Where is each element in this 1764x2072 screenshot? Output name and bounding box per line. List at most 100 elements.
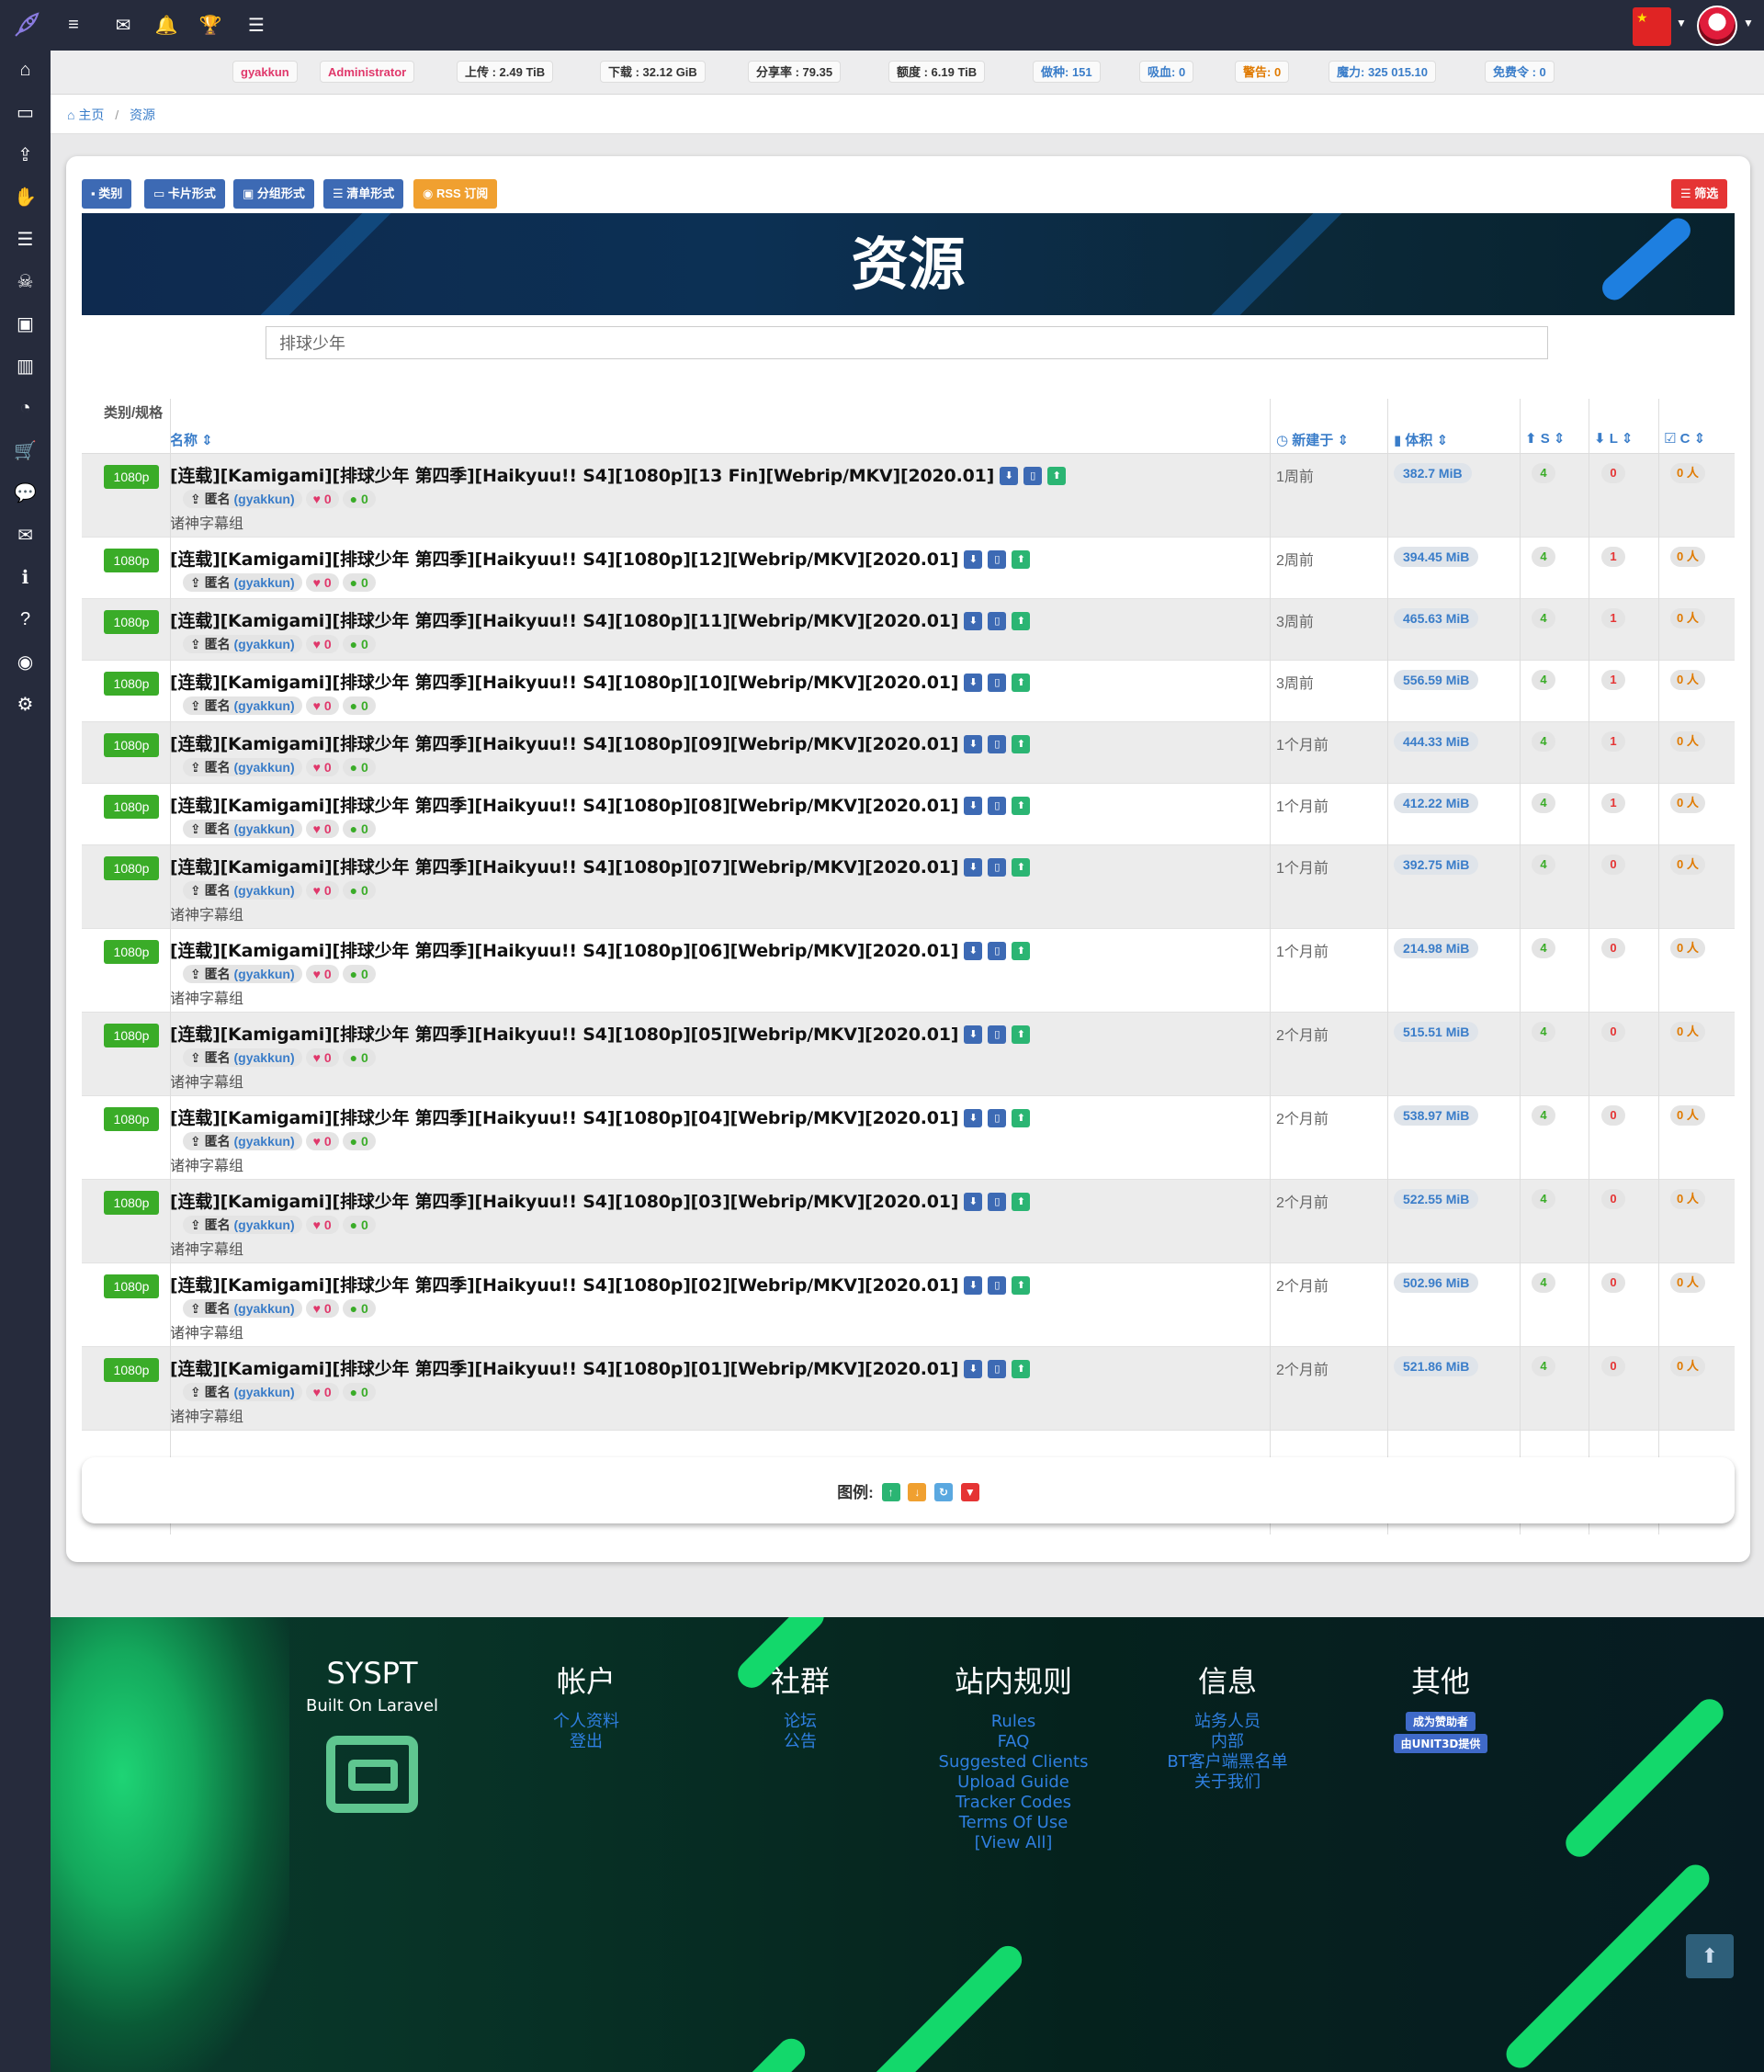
resolution-badge[interactable]: 1080p bbox=[104, 795, 159, 819]
uploader-pill[interactable]: ⇪ 匿名 (gyakkun) bbox=[183, 1048, 302, 1067]
seeders-count[interactable]: 4 bbox=[1532, 1189, 1555, 1209]
completed-count[interactable]: 0 人 bbox=[1670, 1105, 1705, 1126]
back-to-top-button[interactable]: ⬆ bbox=[1686, 1934, 1734, 1978]
table-row[interactable]: 1080p [连载][Kamigami][排球少年 第四季][Haikyuu!! … bbox=[82, 1180, 1735, 1263]
likes-pill[interactable]: ♥ 0 bbox=[305, 965, 339, 983]
torrent-title[interactable]: [连载][Kamigami][排球少年 第四季][Haikyuu!! S4][1… bbox=[170, 1104, 1031, 1129]
footer-link-faq[interactable]: FAQ bbox=[912, 1732, 1114, 1752]
bookmark-icon[interactable]: ▯ bbox=[988, 1109, 1007, 1127]
uploader-pill[interactable]: ⇪ 匿名 (gyakkun) bbox=[183, 881, 302, 900]
rss-icon[interactable]: ◉ bbox=[0, 647, 51, 676]
resolution-badge[interactable]: 1080p bbox=[104, 1024, 159, 1047]
completed-count[interactable]: 0 人 bbox=[1670, 463, 1705, 483]
seeders-count[interactable]: 4 bbox=[1532, 938, 1555, 958]
leeching-stat[interactable]: 吸血: 0 bbox=[1139, 61, 1194, 83]
uploader-user[interactable]: (gyakkun) bbox=[234, 1385, 295, 1399]
likes-pill[interactable]: ♥ 0 bbox=[305, 490, 339, 508]
torrent-title[interactable]: [连载][Kamigami][排球少年 第四季][Haikyuu!! S4][1… bbox=[170, 937, 1031, 962]
likes-pill[interactable]: ♥ 0 bbox=[305, 696, 339, 715]
likes-pill[interactable]: ♥ 0 bbox=[305, 758, 339, 776]
torrent-title[interactable]: [连载][Kamigami][排球少年 第四季][Haikyuu!! S4][1… bbox=[170, 1272, 1031, 1296]
search-input[interactable] bbox=[266, 326, 1548, 359]
download-icon[interactable]: ⬇ bbox=[964, 1276, 983, 1295]
completed-count[interactable]: 0 人 bbox=[1670, 1273, 1705, 1293]
torrent-title-text[interactable]: [连载][Kamigami][排球少年 第四季][Haikyuu!! S4][1… bbox=[170, 673, 958, 693]
uploader-user[interactable]: (gyakkun) bbox=[234, 1217, 295, 1232]
uploader-user[interactable]: (gyakkun) bbox=[234, 1134, 295, 1149]
download-icon[interactable]: ⬇ bbox=[964, 858, 983, 877]
torrent-title-text[interactable]: [连载][Kamigami][排球少年 第四季][Haikyuu!! S4][1… bbox=[170, 1108, 958, 1128]
uploader-user[interactable]: (gyakkun) bbox=[234, 698, 295, 713]
completed-count[interactable]: 0 人 bbox=[1670, 670, 1705, 690]
footer-link-clients[interactable]: Suggested Clients bbox=[912, 1752, 1114, 1772]
card-view-button[interactable]: ▭ 卡片形式 bbox=[144, 179, 225, 209]
footer-link-rules[interactable]: Rules bbox=[912, 1712, 1114, 1732]
likes-pill[interactable]: ♥ 0 bbox=[305, 635, 339, 653]
torrent-title-text[interactable]: [连载][Kamigami][排球少年 第四季][Haikyuu!! S4][1… bbox=[170, 1275, 958, 1296]
column-size[interactable]: ▮ 体积 ⇕ bbox=[1394, 430, 1448, 449]
download-icon[interactable]: ⬇ bbox=[964, 1193, 983, 1211]
column-name[interactable]: 名称 ⇕ bbox=[170, 430, 213, 449]
footer-link-about[interactable]: 关于我们 bbox=[1126, 1772, 1329, 1793]
leechers-count[interactable]: 1 bbox=[1601, 547, 1625, 567]
bookmark-icon[interactable]: ▯ bbox=[988, 1276, 1007, 1295]
column-completed[interactable]: ☑ C ⇕ bbox=[1664, 430, 1705, 447]
comments-pill[interactable]: ● 0 bbox=[342, 490, 376, 508]
seeders-count[interactable]: 4 bbox=[1532, 547, 1555, 567]
table-row[interactable]: 1080p [连载][Kamigami][排球少年 第四季][Haikyuu!! … bbox=[82, 929, 1735, 1013]
comments-pill[interactable]: ● 0 bbox=[342, 573, 376, 592]
uploader-pill[interactable]: ⇪ 匿名 (gyakkun) bbox=[183, 696, 302, 715]
table-row[interactable]: 1080p [连载][Kamigami][排球少年 第四季][Haikyuu!! … bbox=[82, 1096, 1735, 1180]
uploader-pill[interactable]: ⇪ 匿名 (gyakkun) bbox=[183, 758, 302, 776]
download-icon[interactable]: ⬇ bbox=[964, 1025, 983, 1044]
pie-chart-icon[interactable]: ◔ bbox=[0, 393, 51, 423]
envelope-icon[interactable]: ✉ bbox=[0, 520, 51, 549]
footer-link-upload-guide[interactable]: Upload Guide bbox=[912, 1772, 1114, 1793]
leechers-count[interactable]: 0 bbox=[1601, 463, 1625, 483]
table-row[interactable]: 1080p [连载][Kamigami][排球少年 第四季][Haikyuu!! … bbox=[82, 538, 1735, 599]
footer-link-logout[interactable]: 登出 bbox=[485, 1732, 687, 1752]
torrent-title[interactable]: [连载][Kamigami][排球少年 第四季][Haikyuu!! S4][1… bbox=[170, 669, 1031, 694]
rocket-logo-icon[interactable] bbox=[0, 0, 51, 51]
bookmark-icon[interactable]: ▯ bbox=[1023, 467, 1043, 485]
rss-button[interactable]: ◉ RSS 订阅 bbox=[413, 179, 498, 209]
avatar[interactable] bbox=[1697, 6, 1737, 46]
seeders-count[interactable]: 4 bbox=[1532, 1105, 1555, 1126]
info-icon[interactable]: ℹ bbox=[0, 562, 51, 592]
footer-link-internal[interactable]: 内部 bbox=[1126, 1732, 1329, 1752]
bookmark-icon[interactable]: ▯ bbox=[988, 550, 1007, 569]
cogs-icon[interactable]: ⚙ bbox=[0, 689, 51, 719]
torrent-title-text[interactable]: [连载][Kamigami][排球少年 第四季][Haikyuu!! S4][1… bbox=[170, 1359, 958, 1379]
torrent-title-text[interactable]: [连载][Kamigami][排球少年 第四季][Haikyuu!! S4][1… bbox=[170, 1025, 958, 1045]
torrent-title-text[interactable]: [连载][Kamigami][排球少年 第四季][Haikyuu!! S4][1… bbox=[170, 549, 958, 570]
comments-pill[interactable]: ● 0 bbox=[342, 965, 376, 983]
resolution-badge[interactable]: 1080p bbox=[104, 1107, 159, 1131]
completed-count[interactable]: 0 人 bbox=[1670, 731, 1705, 752]
username-badge[interactable]: gyakkun bbox=[232, 61, 298, 83]
mail-icon[interactable]: ✉ bbox=[108, 11, 138, 39]
become-donor-tag[interactable]: 成为赞助者 bbox=[1405, 1712, 1476, 1731]
comments-pill[interactable]: ● 0 bbox=[342, 1132, 376, 1150]
uploader-pill[interactable]: ⇪ 匿名 (gyakkun) bbox=[183, 490, 302, 508]
uploader-user[interactable]: (gyakkun) bbox=[234, 575, 295, 590]
resolution-badge[interactable]: 1080p bbox=[104, 1274, 159, 1298]
download-icon[interactable]: ⬇ bbox=[964, 1109, 983, 1127]
filter-button[interactable]: ☰ 筛选 bbox=[1671, 179, 1728, 209]
freeleech-tokens-stat[interactable]: 免费令 : 0 bbox=[1485, 61, 1555, 83]
table-row[interactable]: 1080p [连载][Kamigami][排球少年 第四季][Haikyuu!! … bbox=[82, 722, 1735, 784]
comments-pill[interactable]: ● 0 bbox=[342, 1048, 376, 1067]
uploader-user[interactable]: (gyakkun) bbox=[234, 883, 295, 898]
skull-icon[interactable]: ☠ bbox=[0, 266, 51, 296]
menu-icon[interactable]: ≡ bbox=[59, 11, 88, 39]
download-icon[interactable]: ⬇ bbox=[964, 612, 983, 630]
footer-link-announcements[interactable]: 公告 bbox=[699, 1732, 901, 1752]
footer-link-staff[interactable]: 站务人员 bbox=[1126, 1712, 1329, 1732]
completed-count[interactable]: 0 人 bbox=[1670, 793, 1705, 813]
torrent-title[interactable]: [连载][Kamigami][排球少年 第四季][Haikyuu!! S4][1… bbox=[170, 792, 1031, 817]
tasks-icon[interactable]: ☰ bbox=[242, 11, 271, 39]
uploader-pill[interactable]: ⇪ 匿名 (gyakkun) bbox=[183, 1299, 302, 1318]
leechers-count[interactable]: 0 bbox=[1601, 1022, 1625, 1042]
comments-pill[interactable]: ● 0 bbox=[342, 696, 376, 715]
completed-count[interactable]: 0 人 bbox=[1670, 608, 1705, 628]
download-icon[interactable]: ⬇ bbox=[1000, 467, 1019, 485]
